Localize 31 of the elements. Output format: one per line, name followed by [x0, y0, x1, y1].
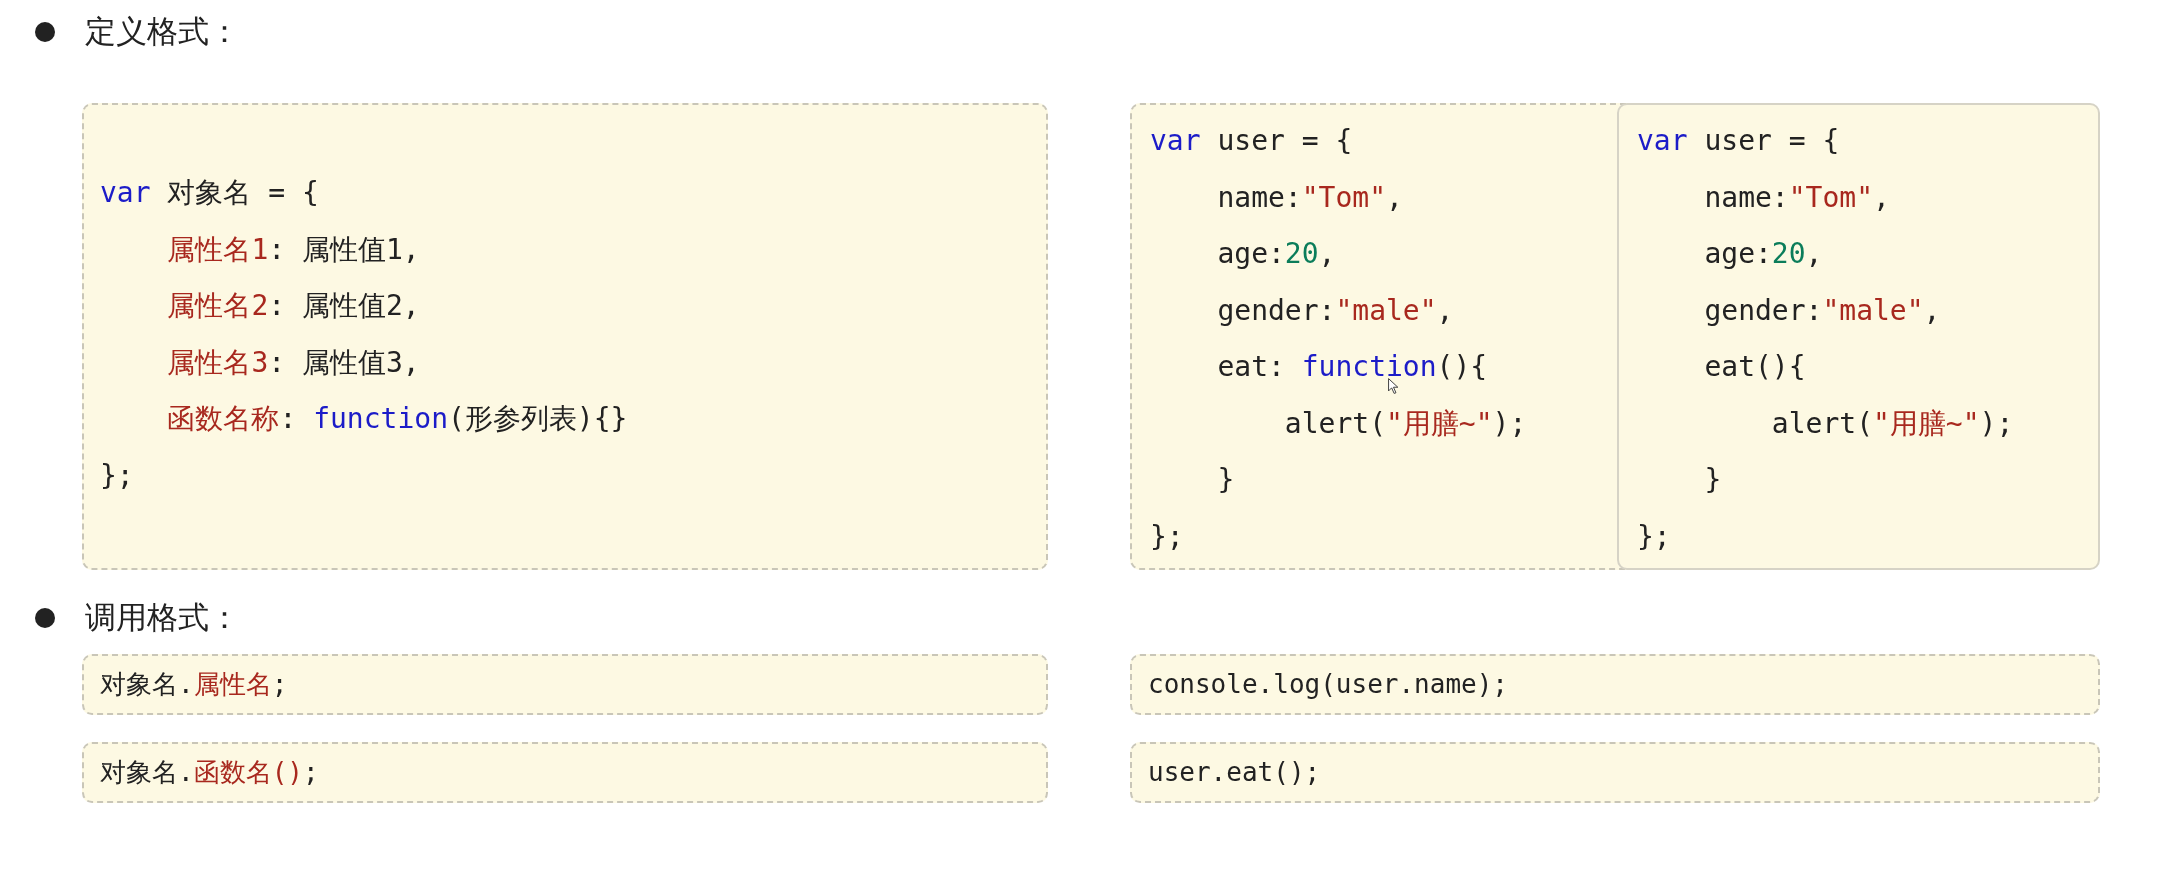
code-line: }: [1216, 462, 1235, 498]
code-line: eat(){: [1703, 349, 1806, 385]
code-line: 属性名3: 属性值3,: [166, 344, 420, 381]
code-line: name:"Tom",: [1216, 179, 1403, 216]
mouse-pointer-icon: [1387, 378, 1400, 394]
code-line: age:20,: [1216, 236, 1336, 272]
code-line: var user = {: [1637, 123, 1840, 159]
bullet-icon: [35, 22, 55, 42]
code-line: gender:"male",: [1216, 292, 1454, 329]
code-line: age:20,: [1703, 236, 1823, 272]
code-line: };: [1150, 518, 1184, 555]
code-snippet: console.log(user.name);: [1130, 654, 2100, 715]
code-snippet: 对象名.属性名;: [82, 654, 1048, 715]
section-title: 调用格式：: [85, 598, 240, 637]
code-snippet: user.eat();: [1130, 742, 2100, 803]
code-line: alert("用膳~");: [1770, 405, 2014, 442]
code-line: name:"Tom",: [1703, 179, 1890, 216]
code-line: alert("用膳~");: [1283, 405, 1527, 442]
code-line: var 对象名 = {: [100, 175, 319, 211]
code-line: }: [1703, 462, 1722, 498]
code-line: };: [1637, 518, 1671, 555]
bullet-icon: [35, 608, 55, 628]
code-line: eat: function(){: [1216, 349, 1488, 385]
code-line: 属性名2: 属性值2,: [166, 288, 420, 324]
code-line: gender:"male",: [1703, 292, 1941, 329]
code-line: };: [100, 457, 134, 494]
code-line: 属性名1: 属性值1,: [166, 231, 420, 268]
code-snippet: 对象名.函数名();: [82, 742, 1048, 803]
code-line: 函数名称: function(形参列表){}: [166, 401, 628, 437]
section-title: 定义格式：: [85, 12, 240, 51]
code-line: var user = {: [1150, 123, 1353, 159]
